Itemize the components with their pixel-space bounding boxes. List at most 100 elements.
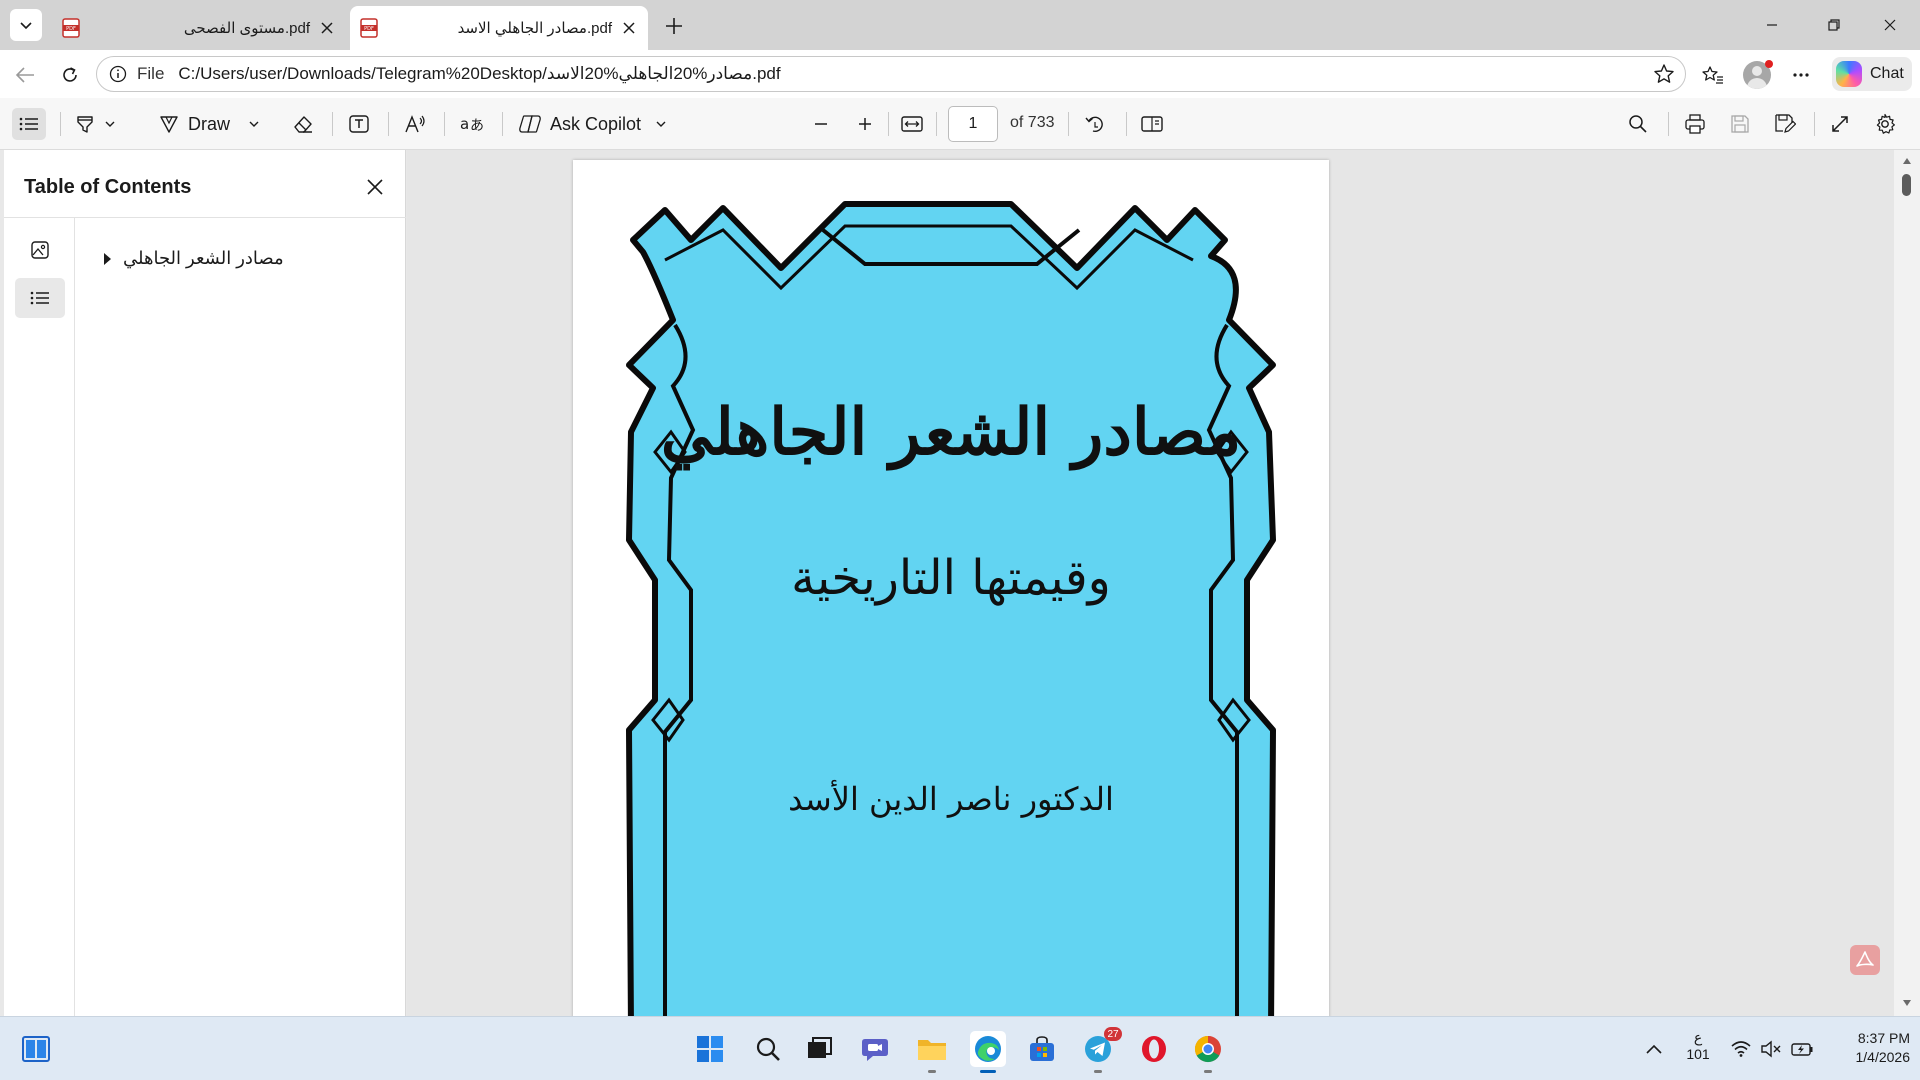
favorites-button[interactable] <box>1698 60 1728 90</box>
full-screen-button[interactable] <box>1830 108 1850 140</box>
edge-browser-button[interactable] <box>970 1031 1006 1073</box>
page-count: of 733 <box>1010 114 1055 131</box>
volume-muted-icon <box>1761 1040 1781 1058</box>
task-view-app-button[interactable] <box>802 1031 838 1067</box>
save-as-button[interactable] <box>1774 108 1796 140</box>
draw-label: Draw <box>188 113 231 134</box>
close-tab-button[interactable] <box>620 19 638 37</box>
adobe-acrobat-button[interactable] <box>1850 945 1880 975</box>
url-field[interactable]: File C:/Users/user/Downloads/Telegram%20… <box>96 56 1686 92</box>
acrobat-icon <box>1856 951 1874 967</box>
language-script: ع <box>1693 1029 1703 1045</box>
back-arrow-icon <box>15 67 34 83</box>
gear-icon <box>1876 113 1895 134</box>
list-icon <box>30 291 49 305</box>
text-box-icon <box>349 115 369 133</box>
url-scheme-label: File <box>137 64 165 83</box>
refresh-button[interactable] <box>55 60 85 90</box>
toolbar-divider <box>388 112 389 136</box>
toolbar-divider <box>1126 112 1127 136</box>
tab-masadir-aljahili[interactable]: PDF مصادر الجاهلي الاسد.pdf <box>350 6 648 50</box>
vertical-scrollbar[interactable] <box>1894 150 1920 1016</box>
scroll-up-arrow-icon[interactable] <box>1903 158 1911 164</box>
tab-mustawa-alfusha[interactable]: PDF مستوى الفصحى.pdf <box>52 6 346 50</box>
add-favorite-button[interactable] <box>1653 63 1675 85</box>
fit-to-width-button[interactable] <box>900 108 924 140</box>
url-text[interactable]: C:/Users/user/Downloads/Telegram%20Deskt… <box>178 64 780 84</box>
minimize-window-button[interactable] <box>1752 10 1792 40</box>
scroll-down-arrow-icon[interactable] <box>1903 1000 1911 1006</box>
telegram-button[interactable]: 27 <box>1080 1027 1122 1073</box>
highlight-button[interactable] <box>74 108 116 140</box>
opera-browser-button[interactable] <box>1136 1031 1172 1067</box>
refresh-icon <box>63 67 77 82</box>
plus-icon <box>666 18 682 34</box>
table-of-contents-toggle[interactable] <box>12 108 46 140</box>
teams-meet-button[interactable] <box>858 1031 894 1067</box>
minimize-icon <box>1767 24 1777 26</box>
tab-actions-menu-button[interactable] <box>10 9 42 41</box>
show-hidden-icons-button[interactable] <box>1636 1031 1672 1067</box>
new-tab-button[interactable] <box>660 12 688 40</box>
zoom-out-button[interactable] <box>812 108 830 140</box>
rotate-button[interactable] <box>1084 108 1106 140</box>
cover-author: الدكتور ناصر الدين الأسد <box>788 780 1114 818</box>
expand-caret-icon[interactable] <box>104 252 111 265</box>
print-button[interactable] <box>1684 108 1706 140</box>
expand-icon <box>1832 116 1848 132</box>
chrome-browser-button[interactable] <box>1190 1031 1226 1073</box>
file-explorer-button[interactable] <box>914 1031 950 1073</box>
quick-settings-button[interactable] <box>1724 1031 1820 1067</box>
settings-and-more-button[interactable] <box>1786 60 1816 90</box>
erase-button[interactable] <box>292 108 314 140</box>
microsoft-store-button[interactable] <box>1024 1031 1060 1067</box>
document-viewer[interactable]: مصادر الشعر الجاهلي وقيمتها التاريخية ال… <box>407 150 1894 1016</box>
translate-button[interactable]: aあ <box>460 108 486 140</box>
chevron-down-icon[interactable] <box>655 118 667 130</box>
profile-button[interactable] <box>1742 60 1773 90</box>
search-icon <box>1629 115 1647 133</box>
toc-item[interactable]: مصادر الشعر الجاهلي <box>104 248 284 269</box>
copilot-chat-button[interactable]: Chat <box>1832 57 1912 91</box>
search-button[interactable] <box>750 1031 786 1067</box>
close-icon <box>321 22 333 34</box>
draw-button[interactable]: Draw <box>158 108 260 140</box>
clock[interactable]: 8:37 PM 1/4/2026 <box>1830 1030 1911 1065</box>
restore-icon <box>1828 19 1840 31</box>
toolbar-divider <box>888 112 889 136</box>
close-panel-button[interactable] <box>360 172 390 202</box>
zoom-in-button[interactable] <box>856 108 874 140</box>
read-aloud-button[interactable] <box>404 108 428 140</box>
task-view-windows-icon <box>808 1037 832 1058</box>
search-icon <box>756 1037 780 1061</box>
add-text-button[interactable] <box>348 108 370 140</box>
chevron-down-icon[interactable] <box>104 118 116 130</box>
close-tab-button[interactable] <box>318 19 336 37</box>
find-button[interactable] <box>1628 108 1648 140</box>
pdf-settings-button[interactable] <box>1874 108 1896 140</box>
svg-text:PDF: PDF <box>66 26 76 32</box>
pdf-file-icon: PDF <box>62 18 80 38</box>
eraser-icon <box>294 116 312 133</box>
ask-copilot-button[interactable]: Ask Copilot <box>518 108 667 140</box>
thumbnails-view-button[interactable] <box>15 230 65 270</box>
chevron-up-icon <box>1646 1044 1662 1054</box>
input-language-indicator[interactable]: ع 101 <box>1682 1029 1714 1062</box>
scrollbar-thumb[interactable] <box>1902 174 1911 196</box>
close-window-button[interactable] <box>1870 10 1910 40</box>
page-number-input[interactable]: 1 <box>948 106 998 142</box>
keyboard-layout: 101 <box>1686 1046 1710 1062</box>
read-aloud-icon <box>405 115 425 133</box>
info-icon[interactable] <box>109 65 127 83</box>
start-button[interactable] <box>692 1031 728 1067</box>
back-button[interactable] <box>10 60 40 90</box>
outline-view-button[interactable] <box>15 278 65 318</box>
pdf-toolbar: Draw aあ Ask Copilot 1 of 733 <box>0 98 1920 150</box>
chevron-down-icon[interactable] <box>248 118 260 130</box>
save-button[interactable] <box>1730 108 1750 140</box>
restore-window-button[interactable] <box>1814 10 1854 40</box>
task-view-button[interactable] <box>18 1031 54 1067</box>
page-view-button[interactable] <box>1140 108 1164 140</box>
cover-title: مصادر الشعر الجاهلي <box>660 395 1242 470</box>
favorites-star-list-icon <box>1702 66 1723 84</box>
